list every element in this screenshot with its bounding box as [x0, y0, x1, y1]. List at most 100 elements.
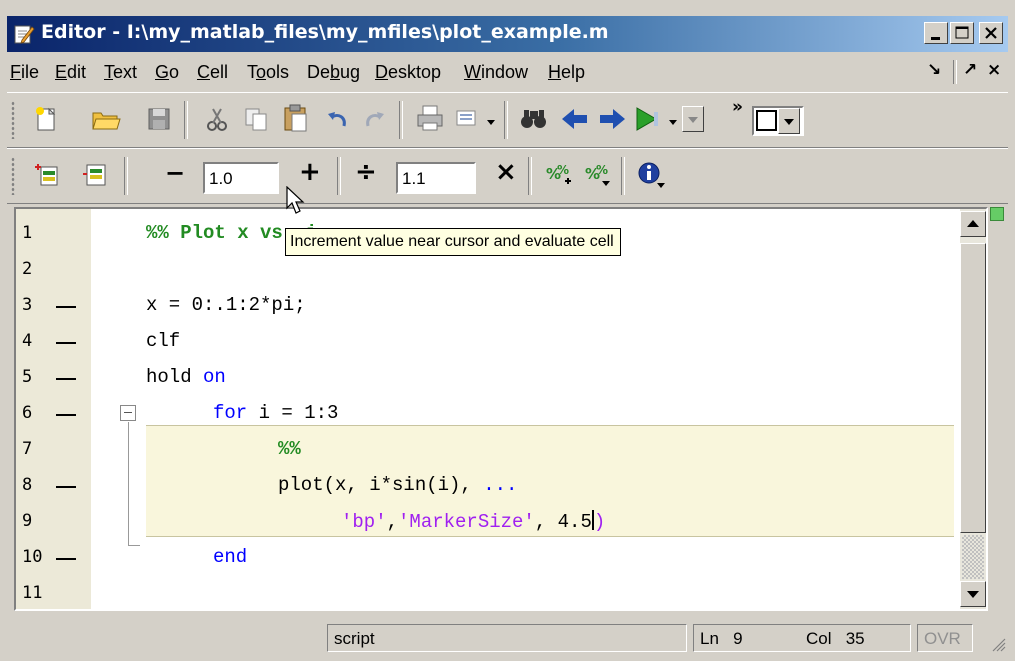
toolbar-grip[interactable] [11, 157, 15, 195]
save-icon[interactable] [145, 105, 173, 137]
code-analyzer-status-icon[interactable] [990, 207, 1004, 221]
main-toolbar: » [7, 92, 1008, 148]
evaluate-cell-icon[interactable]: %% [545, 161, 575, 193]
toolbar-separator [621, 157, 625, 195]
menu-tools[interactable]: Tools [247, 62, 289, 83]
code-text: for i = 1:3 [213, 402, 339, 424]
code-editor[interactable]: 1 %% Plot x vs. i 2 3 x = 0:.1:2*pi; 4 c… [14, 207, 988, 611]
breakpoint-marker[interactable] [56, 414, 76, 416]
code-line[interactable]: 10 end [16, 541, 986, 577]
line-number: 6 [22, 403, 33, 423]
close-button[interactable] [979, 22, 1003, 44]
toolbar-separator [504, 101, 508, 139]
code-line[interactable]: 2 [16, 253, 986, 289]
decrement-button[interactable]: − [165, 159, 185, 187]
forward-icon[interactable] [597, 105, 627, 137]
scroll-thumb[interactable] [960, 243, 986, 533]
back-icon[interactable] [560, 105, 590, 137]
increment-button[interactable]: + [299, 157, 321, 187]
breakpoint-marker[interactable] [56, 558, 76, 560]
menu-text[interactable]: Text [104, 62, 137, 83]
stack-dropdown-button[interactable] [682, 106, 704, 132]
breakpoint-marker[interactable] [56, 378, 76, 380]
code-line[interactable]: 7 %% [16, 433, 986, 469]
layout-selector[interactable] [752, 106, 804, 136]
maximize-button[interactable] [950, 22, 974, 44]
line-number: 11 [22, 583, 43, 603]
status-overwrite: OVR [917, 624, 973, 652]
breakpoint-marker[interactable] [56, 486, 76, 488]
toolbar-grip[interactable] [11, 101, 15, 139]
insert-cell-divider-around-icon[interactable] [81, 161, 109, 193]
menu-desktop[interactable]: Desktop [375, 62, 441, 83]
close-editor-icon[interactable]: × [987, 60, 1001, 80]
layout-dropdown-icon[interactable] [778, 108, 800, 134]
code-line[interactable]: 6 for i = 1:3 [16, 397, 986, 433]
run-icon[interactable] [632, 105, 662, 137]
line-number: 4 [22, 331, 33, 351]
svg-text:%: % [596, 163, 608, 177]
line-number: 7 [22, 439, 33, 459]
tooltip: Increment value near cursor and evaluate… [285, 228, 621, 256]
breakpoint-marker[interactable] [56, 306, 76, 308]
undock-icon[interactable]: ↗ [963, 60, 977, 80]
dock-icon[interactable]: ↘ [927, 60, 941, 80]
status-cursor-position: Ln 9 Col 35 [693, 624, 911, 652]
toolbar-overflow-icon[interactable]: » [732, 97, 743, 117]
scroll-down-button[interactable] [960, 581, 986, 607]
code-text: end [213, 546, 248, 568]
code-text: clf [146, 330, 181, 352]
menu-file[interactable]: File [10, 62, 39, 83]
line-number: 10 [22, 547, 43, 567]
code-line[interactable]: 9 'bp','MarkerSize', 4.5) [16, 505, 986, 541]
print-icon[interactable] [415, 103, 445, 137]
code-line[interactable]: 8 plot(x, i*sin(i), ... [16, 469, 986, 505]
menu-cell[interactable]: Cell [197, 62, 228, 83]
paste-icon[interactable] [282, 103, 310, 137]
scroll-track[interactable] [962, 535, 984, 579]
menu-window[interactable]: Window [464, 62, 528, 83]
mouse-pointer-icon [286, 185, 308, 220]
editor-app-icon [13, 23, 35, 45]
menu-separator [953, 60, 957, 84]
increment-value-field[interactable]: 1.0 [203, 162, 279, 194]
find-icon[interactable] [519, 105, 549, 137]
menu-edit[interactable]: Edit [55, 62, 86, 83]
divide-button[interactable]: ÷ [355, 157, 377, 187]
code-text: 'bp','MarkerSize', 4.5) [341, 510, 606, 533]
minimize-button[interactable] [924, 22, 948, 44]
copy-icon[interactable] [242, 105, 270, 137]
multiply-button[interactable]: × [495, 157, 517, 187]
new-file-icon[interactable] [33, 105, 61, 137]
menu-help[interactable]: Help [548, 62, 585, 83]
vertical-scrollbar[interactable] [960, 209, 986, 609]
resize-grip-icon[interactable] [991, 637, 1007, 657]
breakpoint-marker[interactable] [56, 342, 76, 344]
status-mode: script [327, 624, 687, 652]
evaluate-cell-advance-icon[interactable]: %% [584, 161, 614, 193]
title-bar[interactable]: Editor - I:\my_matlab_files\my_mfiles\pl… [7, 16, 1008, 52]
insert-cell-divider-icon[interactable] [33, 161, 61, 193]
line-number: 8 [22, 475, 33, 495]
menu-go[interactable]: Go [155, 62, 179, 83]
fold-toggle-icon[interactable] [120, 405, 136, 421]
menu-debug[interactable]: Debug [307, 62, 360, 83]
toolbar-separator [184, 101, 188, 139]
line-number: 9 [22, 511, 33, 531]
cell-toolbar: − 1.0 + ÷ 1.1 × %% %% [7, 148, 1008, 204]
window-title: Editor - I:\my_matlab_files\my_mfiles\pl… [41, 21, 609, 43]
code-line[interactable]: 3 x = 0:.1:2*pi; [16, 289, 986, 325]
find-files-dropdown-icon[interactable] [485, 113, 497, 132]
code-line[interactable]: 5 hold on [16, 361, 986, 397]
open-folder-icon[interactable] [91, 105, 121, 137]
code-line[interactable]: 11 [16, 577, 986, 609]
find-files-icon[interactable] [453, 105, 481, 137]
scroll-up-button[interactable] [960, 211, 986, 237]
cut-icon[interactable] [203, 105, 231, 137]
run-dropdown-icon[interactable] [667, 113, 679, 132]
undo-icon[interactable] [324, 105, 352, 137]
redo-icon[interactable] [360, 105, 388, 137]
code-line[interactable]: 4 clf [16, 325, 986, 361]
multiply-value-field[interactable]: 1.1 [396, 162, 476, 194]
info-icon[interactable] [637, 161, 667, 193]
